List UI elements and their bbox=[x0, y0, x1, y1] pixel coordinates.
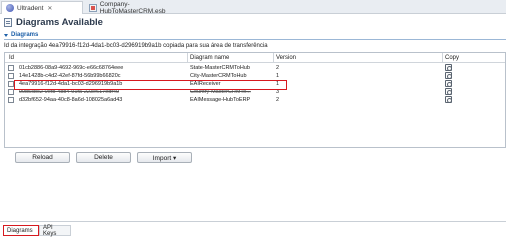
column-header-name[interactable]: Diagram name bbox=[190, 55, 229, 61]
app-icon bbox=[6, 4, 14, 12]
delete-button[interactable]: Delete bbox=[76, 152, 131, 163]
diagram-version: 2 bbox=[276, 65, 280, 71]
tab-api-keys[interactable]: API Keys bbox=[39, 225, 71, 237]
diagram-list-icon bbox=[4, 17, 12, 27]
column-divider bbox=[187, 53, 188, 63]
copy-icon[interactable] bbox=[445, 80, 452, 87]
form-header: Diagrams Available bbox=[0, 15, 506, 29]
table-row[interactable]: 01cb2886-08a9-4692-969c-e66c68764eee Sta… bbox=[5, 64, 505, 72]
esb-file-icon bbox=[89, 3, 97, 12]
column-divider bbox=[442, 53, 443, 63]
diagram-name: City-MasterCRMToHub bbox=[190, 73, 247, 79]
editor-tab-label: Company-HubToMasterCRM.esb bbox=[99, 0, 166, 15]
table-row[interactable]: 14e1428b-c4d2-42ef-87fd-56b99b66820c Cit… bbox=[5, 72, 505, 80]
copy-icon[interactable] bbox=[445, 88, 452, 95]
page-title: Diagrams Available bbox=[16, 16, 103, 28]
diagram-name: EAIMessage-HubToERP bbox=[190, 97, 251, 103]
editor-tab-company-esb[interactable]: Company-HubToMasterCRM.esb bbox=[85, 0, 195, 15]
section-title: Diagrams bbox=[11, 32, 39, 38]
section-divider bbox=[4, 39, 506, 40]
diagram-name: State-MasterCRMToHub bbox=[190, 65, 250, 71]
close-icon[interactable]: ✕ bbox=[47, 5, 52, 12]
copied-row-highlight bbox=[14, 80, 287, 90]
table-row[interactable]: d32bf652-94aa-40c8-8a6d-108025a6ad43 EAI… bbox=[5, 96, 505, 104]
editor-tab-bar: Ultradent ✕ Company-HubToMasterCRM.esb bbox=[0, 0, 506, 15]
diagrams-table: Id Diagram name Version Copy 01cb2886-08… bbox=[4, 52, 506, 148]
column-header-version[interactable]: Version bbox=[276, 55, 296, 61]
chevron-down-icon bbox=[4, 33, 8, 37]
table-header: Id Diagram name Version Copy bbox=[5, 53, 505, 63]
row-checkbox[interactable] bbox=[8, 65, 14, 71]
diagram-id: 14e1428b-c4d2-42ef-87fd-56b99b66820c bbox=[19, 73, 121, 79]
diagram-id: d32bf652-94aa-40c8-8a6d-108025a6ad43 bbox=[19, 97, 123, 103]
status-message: Id da integração 4ea79916-f12d-4da1-bc03… bbox=[4, 43, 268, 49]
import-dropdown-button[interactable]: Import ▾ bbox=[137, 152, 192, 163]
column-header-copy[interactable]: Copy bbox=[445, 55, 459, 61]
diagram-version: 2 bbox=[276, 97, 280, 103]
diagram-version: 1 bbox=[276, 73, 280, 79]
copy-icon[interactable] bbox=[445, 64, 452, 71]
column-divider bbox=[273, 53, 274, 63]
row-checkbox[interactable] bbox=[8, 73, 14, 79]
bottom-tab-bar: Diagrams API Keys bbox=[0, 221, 506, 241]
copy-icon[interactable] bbox=[445, 96, 452, 103]
editor-tab-label: Ultradent bbox=[17, 4, 44, 12]
column-header-id[interactable]: Id bbox=[9, 55, 14, 61]
row-checkbox[interactable] bbox=[8, 97, 14, 103]
section-toggle-diagrams[interactable]: Diagrams bbox=[4, 32, 38, 38]
diagram-id: 01cb2886-08a9-4692-969c-e66c68764eee bbox=[19, 65, 124, 71]
copy-icon[interactable] bbox=[445, 72, 452, 79]
reload-button[interactable]: Reload bbox=[15, 152, 70, 163]
editor-tab-ultradent[interactable]: Ultradent ✕ bbox=[1, 1, 83, 14]
tab-diagrams[interactable]: Diagrams bbox=[3, 225, 39, 236]
